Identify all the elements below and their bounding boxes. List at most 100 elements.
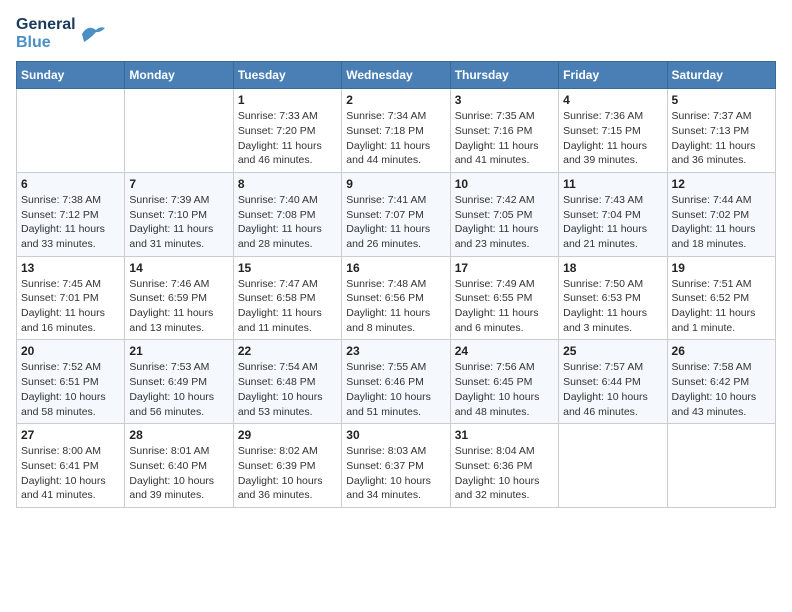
calendar-cell: 3 Sunrise: 7:35 AM Sunset: 7:16 PM Daylig… bbox=[450, 89, 558, 173]
calendar-cell: 29 Sunrise: 8:02 AM Sunset: 6:39 PM Dayli… bbox=[233, 424, 341, 508]
calendar-cell: 9Sunrise: 7:41 AM Sunset: 7:07 PM Daylig… bbox=[342, 172, 450, 256]
day-info: Sunrise: 7:48 AM Sunset: 6:56 PM Dayligh… bbox=[346, 277, 445, 336]
day-number: 5 bbox=[672, 93, 771, 107]
calendar-cell bbox=[667, 424, 775, 508]
header-thursday: Thursday bbox=[450, 62, 558, 89]
day-number: 31 bbox=[455, 428, 554, 442]
day-info: Sunrise: 7:36 AM Sunset: 7:15 PM Dayligh… bbox=[563, 109, 662, 168]
day-number: 30 bbox=[346, 428, 445, 442]
day-number: 13 bbox=[21, 261, 120, 275]
day-number: 8 bbox=[238, 177, 337, 191]
day-info: Sunrise: 7:37 AM Sunset: 7:13 PM Dayligh… bbox=[672, 109, 771, 168]
day-info: Sunrise: 7:50 AM Sunset: 6:53 PM Dayligh… bbox=[563, 277, 662, 336]
calendar-cell: 6 Sunrise: 7:38 AM Sunset: 7:12 PM Daylig… bbox=[17, 172, 125, 256]
day-info: Sunrise: 7:40 AM Sunset: 7:08 PM Dayligh… bbox=[238, 193, 337, 252]
calendar-cell: 20 Sunrise: 7:52 AM Sunset: 6:51 PM Dayli… bbox=[17, 340, 125, 424]
day-number: 2 bbox=[346, 93, 445, 107]
calendar-cell bbox=[17, 89, 125, 173]
calendar-week-row: 27 Sunrise: 8:00 AM Sunset: 6:41 PM Dayli… bbox=[17, 424, 776, 508]
header-sunday: Sunday bbox=[17, 62, 125, 89]
calendar-cell: 31 Sunrise: 8:04 AM Sunset: 6:36 PM Dayli… bbox=[450, 424, 558, 508]
day-number: 27 bbox=[21, 428, 120, 442]
calendar-cell: 18 Sunrise: 7:50 AM Sunset: 6:53 PM Dayli… bbox=[559, 256, 667, 340]
day-info: Sunrise: 7:58 AM Sunset: 6:42 PM Dayligh… bbox=[672, 360, 771, 419]
day-number: 1 bbox=[238, 93, 337, 107]
day-info: Sunrise: 8:03 AM Sunset: 6:37 PM Dayligh… bbox=[346, 444, 445, 503]
day-number: 12 bbox=[672, 177, 771, 191]
day-info: Sunrise: 7:51 AM Sunset: 6:52 PM Dayligh… bbox=[672, 277, 771, 336]
day-number: 15 bbox=[238, 261, 337, 275]
day-number: 6 bbox=[21, 177, 120, 191]
day-info: Sunrise: 7:53 AM Sunset: 6:49 PM Dayligh… bbox=[129, 360, 228, 419]
page-header: General Blue bbox=[16, 16, 776, 51]
day-number: 21 bbox=[129, 344, 228, 358]
day-number: 26 bbox=[672, 344, 771, 358]
day-number: 17 bbox=[455, 261, 554, 275]
day-number: 4 bbox=[563, 93, 662, 107]
day-info: Sunrise: 7:47 AM Sunset: 6:58 PM Dayligh… bbox=[238, 277, 337, 336]
day-number: 25 bbox=[563, 344, 662, 358]
calendar-week-row: 20 Sunrise: 7:52 AM Sunset: 6:51 PM Dayli… bbox=[17, 340, 776, 424]
day-number: 20 bbox=[21, 344, 120, 358]
day-number: 11 bbox=[563, 177, 662, 191]
day-info: Sunrise: 8:02 AM Sunset: 6:39 PM Dayligh… bbox=[238, 444, 337, 503]
calendar-week-row: 6 Sunrise: 7:38 AM Sunset: 7:12 PM Daylig… bbox=[17, 172, 776, 256]
day-info: Sunrise: 7:52 AM Sunset: 6:51 PM Dayligh… bbox=[21, 360, 120, 419]
calendar-header-row: SundayMondayTuesdayWednesdayThursdayFrid… bbox=[17, 62, 776, 89]
day-info: Sunrise: 7:54 AM Sunset: 6:48 PM Dayligh… bbox=[238, 360, 337, 419]
day-info: Sunrise: 7:56 AM Sunset: 6:45 PM Dayligh… bbox=[455, 360, 554, 419]
calendar-cell: 7Sunrise: 7:39 AM Sunset: 7:10 PM Daylig… bbox=[125, 172, 233, 256]
day-number: 24 bbox=[455, 344, 554, 358]
day-number: 3 bbox=[455, 93, 554, 107]
calendar-cell: 10Sunrise: 7:42 AM Sunset: 7:05 PM Dayli… bbox=[450, 172, 558, 256]
calendar-cell: 5 Sunrise: 7:37 AM Sunset: 7:13 PM Daylig… bbox=[667, 89, 775, 173]
day-info: Sunrise: 7:46 AM Sunset: 6:59 PM Dayligh… bbox=[129, 277, 228, 336]
day-info: Sunrise: 8:01 AM Sunset: 6:40 PM Dayligh… bbox=[129, 444, 228, 503]
header-friday: Friday bbox=[559, 62, 667, 89]
calendar-cell: 2 Sunrise: 7:34 AM Sunset: 7:18 PM Daylig… bbox=[342, 89, 450, 173]
calendar-cell: 12Sunrise: 7:44 AM Sunset: 7:02 PM Dayli… bbox=[667, 172, 775, 256]
calendar-table: SundayMondayTuesdayWednesdayThursdayFrid… bbox=[16, 61, 776, 508]
day-info: Sunrise: 7:38 AM Sunset: 7:12 PM Dayligh… bbox=[21, 193, 120, 252]
calendar-cell: 19 Sunrise: 7:51 AM Sunset: 6:52 PM Dayli… bbox=[667, 256, 775, 340]
day-info: Sunrise: 8:04 AM Sunset: 6:36 PM Dayligh… bbox=[455, 444, 554, 503]
calendar-week-row: 1Sunrise: 7:33 AM Sunset: 7:20 PM Daylig… bbox=[17, 89, 776, 173]
calendar-cell: 27 Sunrise: 8:00 AM Sunset: 6:41 PM Dayli… bbox=[17, 424, 125, 508]
header-saturday: Saturday bbox=[667, 62, 775, 89]
day-number: 16 bbox=[346, 261, 445, 275]
day-info: Sunrise: 7:45 AM Sunset: 7:01 PM Dayligh… bbox=[21, 277, 120, 336]
day-info: Sunrise: 7:41 AM Sunset: 7:07 PM Dayligh… bbox=[346, 193, 445, 252]
calendar-cell: 22Sunrise: 7:54 AM Sunset: 6:48 PM Dayli… bbox=[233, 340, 341, 424]
logo-swoosh-icon bbox=[78, 20, 106, 48]
day-number: 28 bbox=[129, 428, 228, 442]
logo: General Blue bbox=[16, 16, 106, 51]
calendar-cell: 26 Sunrise: 7:58 AM Sunset: 6:42 PM Dayli… bbox=[667, 340, 775, 424]
day-info: Sunrise: 7:55 AM Sunset: 6:46 PM Dayligh… bbox=[346, 360, 445, 419]
day-info: Sunrise: 7:34 AM Sunset: 7:18 PM Dayligh… bbox=[346, 109, 445, 168]
day-number: 10 bbox=[455, 177, 554, 191]
day-number: 18 bbox=[563, 261, 662, 275]
day-info: Sunrise: 7:35 AM Sunset: 7:16 PM Dayligh… bbox=[455, 109, 554, 168]
day-number: 19 bbox=[672, 261, 771, 275]
calendar-cell: 11 Sunrise: 7:43 AM Sunset: 7:04 PM Dayli… bbox=[559, 172, 667, 256]
day-info: Sunrise: 7:57 AM Sunset: 6:44 PM Dayligh… bbox=[563, 360, 662, 419]
calendar-cell: 28 Sunrise: 8:01 AM Sunset: 6:40 PM Dayli… bbox=[125, 424, 233, 508]
calendar-cell: 4 Sunrise: 7:36 AM Sunset: 7:15 PM Daylig… bbox=[559, 89, 667, 173]
calendar-cell: 8 Sunrise: 7:40 AM Sunset: 7:08 PM Daylig… bbox=[233, 172, 341, 256]
logo-general-text: General bbox=[16, 16, 76, 34]
day-info: Sunrise: 8:00 AM Sunset: 6:41 PM Dayligh… bbox=[21, 444, 120, 503]
header-tuesday: Tuesday bbox=[233, 62, 341, 89]
calendar-week-row: 13 Sunrise: 7:45 AM Sunset: 7:01 PM Dayli… bbox=[17, 256, 776, 340]
calendar-cell bbox=[559, 424, 667, 508]
day-info: Sunrise: 7:49 AM Sunset: 6:55 PM Dayligh… bbox=[455, 277, 554, 336]
calendar-cell: 15 Sunrise: 7:47 AM Sunset: 6:58 PM Dayli… bbox=[233, 256, 341, 340]
calendar-cell: 14Sunrise: 7:46 AM Sunset: 6:59 PM Dayli… bbox=[125, 256, 233, 340]
calendar-cell: 23 Sunrise: 7:55 AM Sunset: 6:46 PM Dayli… bbox=[342, 340, 450, 424]
logo-blue-text: Blue bbox=[16, 34, 76, 52]
day-number: 29 bbox=[238, 428, 337, 442]
day-number: 23 bbox=[346, 344, 445, 358]
day-info: Sunrise: 7:39 AM Sunset: 7:10 PM Dayligh… bbox=[129, 193, 228, 252]
calendar-cell: 17 Sunrise: 7:49 AM Sunset: 6:55 PM Dayli… bbox=[450, 256, 558, 340]
day-info: Sunrise: 7:43 AM Sunset: 7:04 PM Dayligh… bbox=[563, 193, 662, 252]
calendar-cell: 13 Sunrise: 7:45 AM Sunset: 7:01 PM Dayli… bbox=[17, 256, 125, 340]
